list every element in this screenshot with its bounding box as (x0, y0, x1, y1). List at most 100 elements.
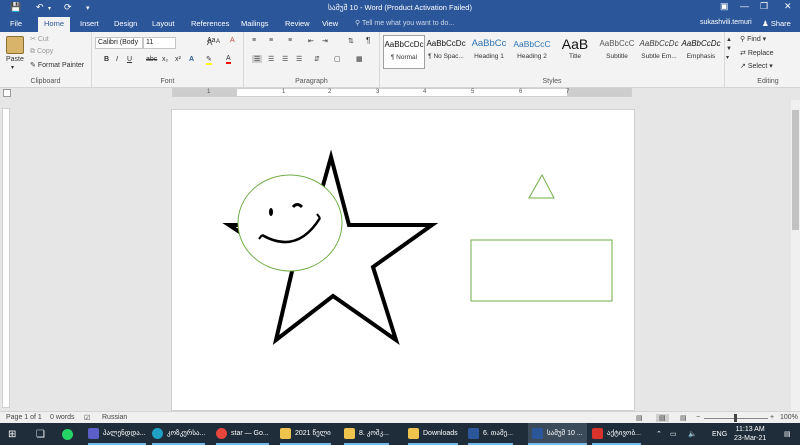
taskbar-item[interactable]: აქტივობ... (592, 423, 641, 445)
paste-icon[interactable] (6, 36, 24, 54)
style-subtitle[interactable]: AaBbCcC Subtitle (596, 35, 638, 69)
zoom-level[interactable]: 100% (780, 414, 798, 421)
format-painter-button[interactable]: ✎ Format Painter (30, 61, 84, 69)
numbering-icon[interactable]: ≡ (269, 37, 273, 44)
style-title[interactable]: AaB Title (554, 35, 596, 69)
zoom-slider-thumb[interactable] (734, 414, 737, 422)
superscript-button[interactable]: x² (175, 56, 181, 63)
tab-layout[interactable]: Layout (152, 19, 175, 28)
tab-mailings[interactable]: Mailings (241, 19, 269, 28)
document-page[interactable] (171, 109, 635, 411)
align-left-icon[interactable]: ☰ (252, 55, 263, 63)
change-case-button[interactable]: Aa (207, 37, 216, 44)
notifications-icon[interactable]: ▤ (784, 423, 791, 445)
horizontal-ruler[interactable]: 1 1 2 3 4 5 6 7 (172, 88, 632, 97)
word-count[interactable]: 0 words (50, 414, 75, 421)
style-normal[interactable]: AaBbCcDc ¶ Normal (383, 35, 425, 69)
subscript-button[interactable]: x₂ (162, 56, 168, 63)
close-icon[interactable]: ✕ (784, 1, 792, 12)
paste-button[interactable]: Paste (6, 56, 24, 63)
decrease-indent-icon[interactable]: ⇤ (308, 37, 314, 45)
align-center-icon[interactable]: ☰ (268, 55, 274, 63)
font-name-field[interactable]: Calibri (Body (95, 37, 143, 49)
page-count[interactable]: Page 1 of 1 (6, 414, 42, 421)
justify-icon[interactable]: ☰ (296, 55, 302, 63)
style-heading-1[interactable]: AaBbCc Heading 1 (468, 35, 510, 69)
rectangle-shape[interactable] (470, 239, 613, 302)
highlight-button[interactable]: ✎ (206, 55, 212, 65)
tab-home[interactable]: Home (38, 17, 71, 32)
clock[interactable]: 11:13 AM 23-Mar-21 (734, 423, 766, 445)
zoom-in-button[interactable]: + (770, 414, 774, 421)
task-view-button[interactable]: ❏ (36, 423, 45, 445)
tell-me-search[interactable]: ⚲ Tell me what you want to do... (355, 19, 454, 27)
style-subtle-emphasis[interactable]: AaBbCcDc Subtle Em... (638, 35, 680, 69)
copy-button[interactable]: ⧉ Copy (30, 48, 53, 56)
tab-design[interactable]: Design (114, 19, 137, 28)
shading-icon[interactable]: ▢ (334, 55, 341, 63)
share-button[interactable]: ♟ Share (762, 19, 791, 28)
paste-dropdown-icon[interactable]: ▾ (11, 64, 14, 71)
clear-formatting-button[interactable]: A (230, 37, 235, 44)
taskbar-item[interactable]: კოზკურსა... (152, 423, 206, 445)
tab-view[interactable]: View (322, 19, 338, 28)
tab-references[interactable]: References (191, 19, 229, 28)
borders-icon[interactable]: ▦ (356, 55, 363, 63)
ribbon-display-options-icon[interactable]: ▣ (720, 1, 729, 12)
user-account[interactable]: sukashvili.temuri (700, 19, 752, 26)
style-emphasis[interactable]: AaBbCcDc Emphasis (680, 35, 722, 69)
vertical-scrollbar[interactable] (791, 100, 800, 411)
select-button[interactable]: ↗ Select ▾ (740, 62, 773, 70)
line-spacing-icon[interactable]: ⇵ (314, 55, 320, 63)
sort-icon[interactable]: ⇅ (348, 37, 354, 45)
start-button[interactable]: ⊞ (8, 423, 16, 445)
vertical-ruler[interactable] (2, 108, 10, 408)
web-layout-icon[interactable]: ▤ (680, 414, 687, 422)
increase-indent-icon[interactable]: ⇥ (322, 37, 328, 45)
taskbar-item[interactable]: 8. კოშკ... (344, 423, 389, 445)
volume-icon[interactable]: 🔈 (688, 423, 697, 445)
strikethrough-button[interactable]: abc (146, 56, 157, 63)
input-language[interactable]: ENG (712, 423, 727, 445)
styles-scroll-icon[interactable]: ▲ ▼ ▾ (726, 36, 732, 63)
bullets-icon[interactable]: ≡ (252, 37, 256, 44)
find-button[interactable]: ⚲ Find ▾ (740, 35, 766, 43)
bold-button[interactable]: B (104, 56, 109, 63)
replace-button[interactable]: ⇄ Replace (740, 49, 774, 57)
minimize-icon[interactable]: — (740, 1, 749, 11)
print-layout-icon[interactable]: ▤ (656, 414, 669, 422)
taskbar-item[interactable]: star — Go... (216, 423, 269, 445)
taskbar-item-active[interactable]: სამუშ 10 ... (528, 423, 587, 445)
smiley-circle-shape[interactable] (237, 174, 343, 272)
cut-button[interactable]: ✂ Cut (30, 35, 49, 43)
style-no-spacing[interactable]: AaBbCcDc ¶ No Spac... (425, 35, 467, 69)
show-hidden-icons[interactable]: ⌃ (656, 423, 662, 445)
taskbar-item[interactable]: 6. თამე... (468, 423, 513, 445)
taskbar-item[interactable]: 2021 წელი (280, 423, 331, 445)
proofing-icon[interactable]: ☑ (84, 414, 90, 422)
show-formatting-button[interactable]: ¶ (366, 36, 370, 45)
tab-file[interactable]: File (10, 19, 22, 28)
taskbar-item[interactable]: პალენდდა... (88, 423, 146, 445)
text-effects-button[interactable]: A (189, 56, 194, 63)
triangle-shape[interactable] (528, 173, 555, 199)
shrink-font-button[interactable]: A (216, 39, 220, 45)
underline-button[interactable]: U (127, 56, 132, 63)
align-right-icon[interactable]: ☰ (282, 55, 288, 63)
tab-selector-icon[interactable] (3, 89, 11, 97)
tab-review[interactable]: Review (285, 19, 310, 28)
tab-insert[interactable]: Insert (80, 19, 99, 28)
language-indicator[interactable]: Russian (102, 414, 127, 421)
font-size-field[interactable]: 11 (143, 37, 176, 49)
restore-icon[interactable]: ❐ (760, 1, 768, 12)
taskbar-item[interactable]: Downloads (408, 423, 458, 445)
font-color-button[interactable]: A (226, 55, 231, 64)
read-mode-icon[interactable]: ▤ (636, 414, 643, 422)
zoom-out-button[interactable]: − (696, 414, 700, 421)
italic-button[interactable]: I (116, 56, 118, 63)
network-icon[interactable]: ▭ (670, 423, 677, 445)
style-heading-2[interactable]: AaBbCcC Heading 2 (511, 35, 553, 69)
taskbar-whatsapp[interactable] (62, 423, 77, 445)
multilevel-list-icon[interactable]: ≡ (288, 37, 292, 44)
scrollbar-thumb[interactable] (792, 110, 799, 230)
